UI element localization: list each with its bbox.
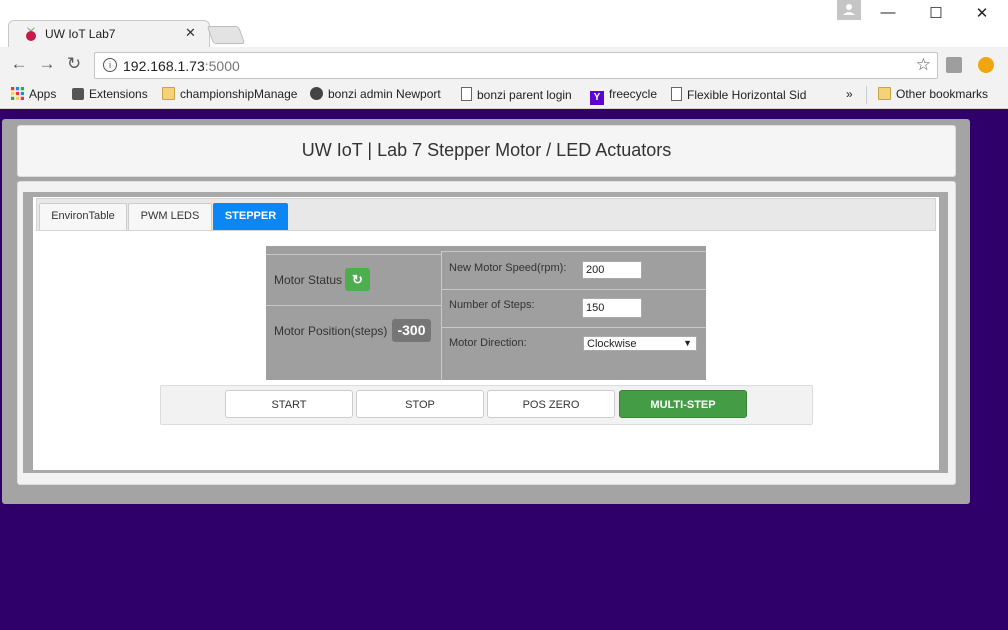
tab-stepper[interactable]: STEPPER [213, 203, 288, 230]
speed-label: New Motor Speed(rpm): [449, 262, 567, 274]
yahoo-icon: Y [590, 91, 604, 105]
refresh-icon[interactable]: ↻ [345, 268, 370, 291]
dropdown-arrow-icon: ▼ [683, 338, 692, 348]
bookmark-bonzi-parent[interactable]: bonzi parent login [461, 87, 572, 102]
bookmarks-divider [866, 86, 867, 104]
divider [441, 289, 706, 290]
page-icon [461, 87, 472, 101]
tab-close-icon[interactable]: ✕ [185, 25, 196, 41]
menu-alert-icon[interactable] [978, 57, 994, 73]
bookmark-freecycle[interactable]: Yfreecycle [590, 87, 657, 105]
motor-status-label: Motor Status [274, 273, 343, 287]
divider [441, 251, 706, 252]
bookmarks-bar: Apps Extensions championshipManage bonzi… [0, 84, 1008, 109]
bookmark-other[interactable]: Other bookmarks [878, 87, 988, 101]
bookmark-flexible[interactable]: Flexible Horizontal Sid [671, 87, 807, 102]
profile-icon[interactable] [837, 0, 861, 20]
folder-icon [878, 87, 891, 100]
divider [266, 305, 441, 306]
browser-tab[interactable]: UW IoT Lab7 ✕ [8, 20, 210, 49]
motor-position-badge: -300 [392, 319, 431, 342]
address-bar[interactable]: i 192.168.1.73:5000 ☆ [94, 52, 938, 79]
direction-label: Motor Direction: [449, 337, 527, 349]
close-window-button[interactable]: ✕ [967, 4, 997, 22]
bookmark-apps[interactable]: Apps [11, 87, 56, 101]
bonzi-icon [310, 87, 323, 100]
bookmark-star-icon[interactable]: ☆ [916, 55, 931, 75]
bookmark-championship[interactable]: championshipManage [162, 87, 298, 101]
info-icon[interactable]: i [103, 58, 117, 72]
browser-toolbar: ← → ↻ i 192.168.1.73:5000 ☆ [0, 47, 1008, 84]
page-title: UW IoT | Lab 7 Stepper Motor / LED Actua… [301, 140, 672, 160]
tab-strip: UW IoT Lab7 ✕ — ☐ ✕ [0, 0, 1008, 49]
steps-label: Number of Steps: [449, 299, 535, 311]
forward-arrow-icon[interactable]: → [36, 54, 58, 74]
more-bookmarks-chevron-icon[interactable]: » [846, 87, 853, 101]
reload-icon[interactable]: ↻ [63, 54, 85, 74]
back-arrow-icon[interactable]: ← [8, 54, 30, 74]
direction-select[interactable]: Clockwise ▼ [583, 336, 697, 351]
page-icon [671, 87, 682, 101]
multi-step-button[interactable]: MULTI-STEP [619, 390, 747, 418]
steps-input[interactable] [582, 298, 642, 318]
apps-grid-icon [11, 87, 24, 100]
minimize-button[interactable]: — [873, 4, 903, 21]
new-tab-button[interactable] [206, 26, 246, 44]
url-text: 192.168.1.73:5000 [123, 58, 240, 74]
direction-select-value: Clockwise [587, 338, 637, 350]
extension-icon[interactable] [946, 57, 962, 73]
raspberry-pi-icon [26, 27, 36, 41]
browser-chrome: UW IoT Lab7 ✕ — ☐ ✕ ← → ↻ i 192.168.1.73… [0, 0, 1008, 109]
title-panel: UW IoT | Lab 7 Stepper Motor / LED Actua… [17, 125, 956, 177]
bookmark-bonzi-admin[interactable]: bonzi admin Newport [310, 87, 441, 101]
puzzle-icon [72, 88, 84, 100]
start-button[interactable]: START [225, 390, 353, 418]
bookmark-extensions[interactable]: Extensions [72, 87, 148, 101]
divider [266, 254, 441, 255]
stop-button[interactable]: STOP [356, 390, 484, 418]
maximize-button[interactable]: ☐ [921, 4, 951, 22]
tab-environtable[interactable]: EnvironTable [39, 203, 127, 230]
divider [441, 327, 706, 328]
speed-input[interactable] [582, 261, 642, 279]
tab-title: UW IoT Lab7 [45, 27, 116, 41]
tab-pwm-leds[interactable]: PWM LEDS [128, 203, 212, 230]
folder-icon [162, 87, 175, 100]
divider [441, 251, 442, 380]
pos-zero-button[interactable]: POS ZERO [487, 390, 615, 418]
motor-position-label: Motor Position(steps) [274, 324, 388, 338]
